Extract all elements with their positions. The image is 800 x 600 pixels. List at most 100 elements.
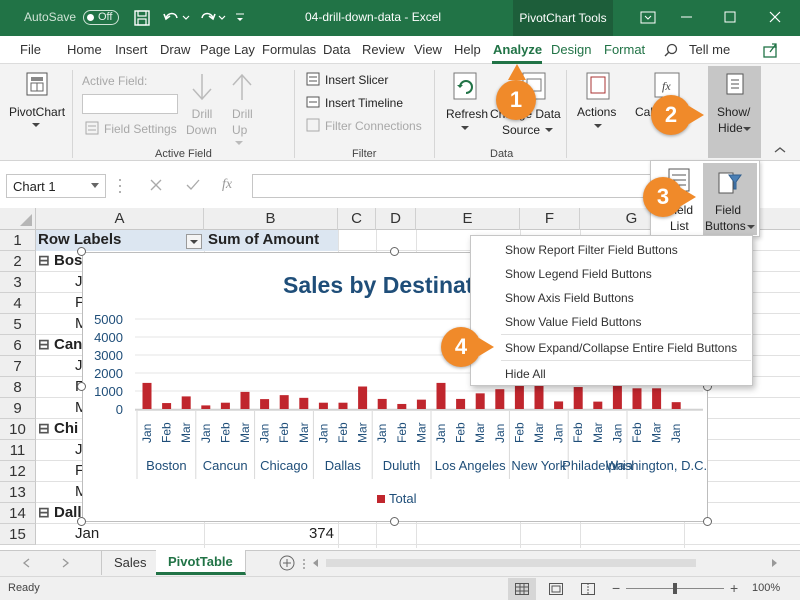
save-icon[interactable] (133, 9, 151, 27)
close-icon[interactable] (769, 11, 781, 23)
scroll-tabs-right-icon[interactable] (60, 558, 70, 568)
autosave-toggle[interactable]: Off (83, 10, 119, 25)
pivotchart-button[interactable]: PivotChart (9, 105, 65, 119)
column-header-b[interactable]: B (204, 208, 338, 230)
row-header-2[interactable]: 2 (0, 251, 36, 272)
collapse-ribbon-icon[interactable] (774, 146, 786, 154)
formula-input[interactable] (252, 174, 652, 198)
menu-item-show-expand-collapse-buttons[interactable]: Show Expand/Collapse Entire Field Button… (505, 341, 737, 355)
resize-handle[interactable] (390, 247, 399, 256)
tab-draw[interactable]: Draw (160, 42, 190, 57)
tab-formulas[interactable]: Formulas (262, 42, 316, 57)
resize-handle[interactable] (77, 247, 86, 256)
column-header-a[interactable]: A (36, 208, 204, 230)
new-sheet-icon[interactable] (279, 555, 295, 571)
change-data-source-label-2[interactable]: Source (502, 123, 540, 137)
tab-file[interactable]: File (20, 42, 41, 57)
filter-connections-button[interactable]: Filter Connections (325, 119, 422, 133)
field-buttons-button[interactable]: Field Buttons (703, 163, 757, 235)
horizontal-scrollbar[interactable] (312, 557, 782, 569)
sheet-tab-sales[interactable]: Sales (101, 551, 160, 575)
row-header-5[interactable]: 5 (0, 314, 36, 335)
column-header-d[interactable]: D (376, 208, 416, 230)
refresh-button[interactable]: Refresh (446, 107, 488, 121)
drill-up-label-1[interactable]: Drill (232, 107, 253, 121)
tab-split-grip-icon[interactable] (302, 558, 306, 570)
collapse-button-boston[interactable]: ⊟ (38, 252, 50, 269)
zoom-out-button[interactable]: − (612, 580, 620, 596)
undo-icon[interactable] (162, 9, 190, 27)
name-box-dropdown-icon[interactable] (91, 183, 100, 189)
row-header-3[interactable]: 3 (0, 272, 36, 293)
row-header-15[interactable]: 15 (0, 524, 36, 545)
tab-insert[interactable]: Insert (115, 42, 148, 57)
insert-slicer-button[interactable]: Insert Slicer (325, 73, 388, 87)
cancel-formula-icon[interactable] (150, 179, 162, 191)
scrollbar-thumb[interactable] (326, 559, 696, 567)
row-header-14[interactable]: 14 (0, 503, 36, 524)
drill-up-dropdown-icon[interactable] (235, 140, 243, 146)
tell-me-search[interactable]: Tell me (689, 42, 730, 57)
select-all-corner[interactable] (0, 208, 36, 230)
tab-page-layout[interactable]: Page Lay (200, 42, 255, 57)
zoom-level[interactable]: 100% (752, 582, 780, 594)
actions-button[interactable]: Actions (577, 105, 616, 119)
maximize-icon[interactable] (724, 11, 736, 23)
sheet-tab-pivottable[interactable]: PivotTable (156, 550, 246, 575)
row-header-4[interactable]: 4 (0, 293, 36, 314)
page-layout-view-icon[interactable] (549, 583, 563, 595)
zoom-slider-thumb[interactable] (673, 583, 677, 594)
row-header-10[interactable]: 10 (0, 419, 36, 440)
tab-view[interactable]: View (414, 42, 442, 57)
collapse-button-cancun[interactable]: ⊟ (38, 336, 50, 353)
normal-view-button[interactable] (508, 578, 536, 600)
drill-up-label-2[interactable]: Up (232, 123, 247, 137)
change-data-source-dropdown-icon[interactable] (545, 127, 553, 133)
column-header-e[interactable]: E (416, 208, 520, 230)
refresh-dropdown-icon[interactable] (461, 125, 469, 131)
insert-function-icon[interactable]: fx (222, 177, 232, 193)
enter-formula-icon[interactable] (186, 179, 200, 191)
row-header-9[interactable]: 9 (0, 398, 36, 419)
column-header-c[interactable]: C (338, 208, 376, 230)
row-header-8[interactable]: 8 (0, 377, 36, 398)
page-break-view-icon[interactable] (581, 583, 595, 595)
show-hide-button[interactable]: Show/ Hide (708, 66, 761, 158)
redo-icon[interactable] (198, 9, 226, 27)
collapse-button-chicago[interactable]: ⊟ (38, 420, 50, 437)
drill-down-label-1[interactable]: Drill (190, 107, 214, 121)
scroll-right-icon[interactable] (770, 559, 778, 567)
menu-item-show-axis-field-buttons[interactable]: Show Axis Field Buttons (505, 291, 634, 305)
tab-home[interactable]: Home (67, 42, 102, 57)
actions-dropdown-icon[interactable] (594, 123, 602, 129)
resize-handle[interactable] (703, 517, 712, 526)
column-header-f[interactable]: F (520, 208, 580, 230)
pivotchart-dropdown-icon[interactable] (32, 122, 40, 128)
row-header-1[interactable]: 1 (0, 230, 36, 251)
resize-handle[interactable] (390, 517, 399, 526)
tab-design[interactable]: Design (551, 42, 591, 57)
field-settings-button[interactable]: Field Settings (104, 122, 177, 136)
active-field-input[interactable] (82, 94, 178, 114)
tab-analyze[interactable]: Analyze (493, 42, 542, 57)
tab-format[interactable]: Format (604, 42, 645, 57)
row-header-7[interactable]: 7 (0, 356, 36, 377)
tab-data[interactable]: Data (323, 42, 350, 57)
row-header-11[interactable]: 11 (0, 440, 36, 461)
row-header-13[interactable]: 13 (0, 482, 36, 503)
insert-timeline-button[interactable]: Insert Timeline (325, 96, 403, 110)
zoom-in-button[interactable]: + (730, 580, 738, 596)
tab-review[interactable]: Review (362, 42, 405, 57)
ribbon-display-icon[interactable] (640, 10, 656, 26)
scroll-left-icon[interactable] (312, 559, 320, 567)
minimize-icon[interactable] (681, 16, 693, 20)
scroll-tabs-left-icon[interactable] (22, 558, 32, 568)
share-icon[interactable] (762, 41, 780, 59)
menu-item-show-value-field-buttons[interactable]: Show Value Field Buttons (505, 315, 642, 329)
customize-toolbar-icon[interactable] (234, 10, 246, 24)
menu-item-show-legend-field-buttons[interactable]: Show Legend Field Buttons (505, 267, 652, 281)
row-header-12[interactable]: 12 (0, 461, 36, 482)
tab-help[interactable]: Help (454, 42, 481, 57)
resize-handle[interactable] (77, 517, 86, 526)
drill-down-label-2[interactable]: Down (186, 123, 217, 137)
